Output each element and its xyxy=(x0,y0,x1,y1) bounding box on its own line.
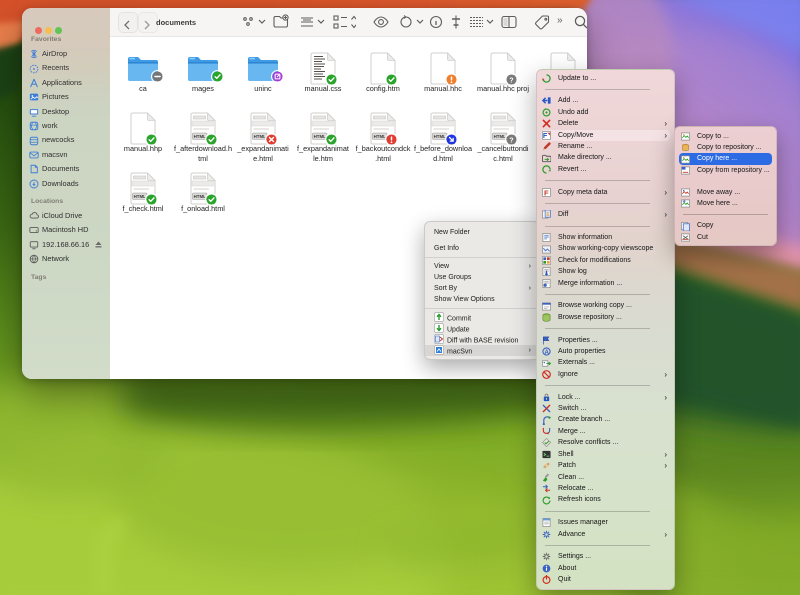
svg-text:F: F xyxy=(543,131,548,140)
svg-text:A: A xyxy=(544,349,549,356)
svg-text:F: F xyxy=(544,188,549,197)
